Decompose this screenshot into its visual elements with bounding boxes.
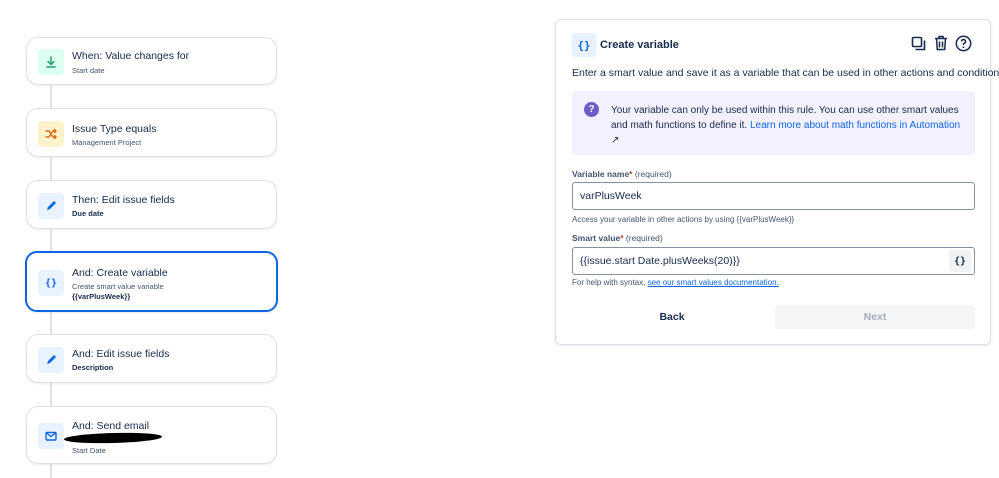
smart-values-docs-link[interactable]: see our smart values documentation. bbox=[648, 278, 779, 287]
required-text: (required) bbox=[625, 233, 663, 243]
step-subtitle: Management Project bbox=[72, 138, 142, 147]
braces-icon: {} bbox=[572, 33, 596, 57]
label-text: Variable name bbox=[572, 169, 630, 179]
smart-value-picker-button[interactable]: {} bbox=[949, 250, 971, 272]
step-subtitle: Description bbox=[72, 363, 114, 372]
step-title: Then: Edit issue fields bbox=[72, 194, 175, 206]
step-title: And: Send email bbox=[72, 420, 150, 432]
rule-step-send-email[interactable]: And: Send email Start Date bbox=[26, 406, 277, 464]
rule-step-edit-description[interactable]: And: Edit issue fields Description bbox=[26, 334, 277, 383]
helper-text: For help with syntax, bbox=[572, 278, 646, 287]
mail-icon bbox=[38, 423, 64, 449]
step-title: And: Create variable bbox=[72, 267, 168, 279]
variable-helper-text: Access your variable in other actions by… bbox=[572, 215, 795, 224]
step-subtitle: Due date bbox=[72, 209, 104, 218]
braces-icon: {} bbox=[38, 270, 64, 296]
math-functions-link[interactable]: Learn more about math functions in Autom… bbox=[750, 120, 960, 131]
step-subtitle: Start date bbox=[72, 66, 105, 75]
rule-step-edit-due-date[interactable]: Then: Edit issue fields Due date bbox=[26, 180, 277, 229]
panel-title: Create variable bbox=[600, 39, 679, 51]
label-text: Smart value bbox=[572, 233, 621, 243]
variable-name-input[interactable]: varPlusWeek bbox=[572, 182, 975, 210]
input-value: {{issue.start Date.plusWeeks(20)}} bbox=[580, 255, 740, 267]
redaction-mark bbox=[63, 431, 163, 445]
info-message: ? Your variable can only be used within … bbox=[572, 91, 975, 155]
question-icon: ? bbox=[584, 102, 599, 117]
required-marker: * bbox=[629, 169, 633, 179]
help-icon[interactable] bbox=[954, 34, 972, 52]
rule-step-create-variable[interactable]: {} And: Create variable Create smart val… bbox=[25, 251, 278, 312]
step-variable-name: {{varPlusWeek}} bbox=[72, 292, 131, 301]
step-title: Issue Type equals bbox=[72, 123, 157, 135]
syntax-helper-text: For help with syntax, see our smart valu… bbox=[572, 278, 779, 287]
input-value: varPlusWeek bbox=[580, 190, 642, 202]
step-subtitle: Start Date bbox=[72, 446, 106, 455]
back-button[interactable]: Back bbox=[572, 305, 772, 329]
trash-icon[interactable] bbox=[932, 34, 950, 52]
smart-value-label: Smart value* (required) bbox=[572, 233, 663, 243]
external-link-icon: ↗ bbox=[611, 135, 620, 146]
rule-step-condition[interactable]: Issue Type equals Management Project bbox=[26, 108, 277, 157]
duplicate-icon[interactable] bbox=[909, 34, 927, 52]
create-variable-panel: {} Create variable Enter a smart value a… bbox=[555, 19, 999, 345]
next-button[interactable]: Next bbox=[775, 305, 975, 329]
info-text: Your variable can only be used within th… bbox=[611, 103, 967, 148]
smart-value-input[interactable]: {{issue.start Date.plusWeeks(20)}} {} bbox=[572, 247, 975, 275]
step-title: When: Value changes for bbox=[72, 50, 190, 62]
download-arrow-icon bbox=[38, 49, 64, 75]
panel-description: Enter a smart value and save it as a var… bbox=[572, 67, 999, 79]
step-subtitle: Create smart value variable bbox=[72, 282, 164, 291]
shuffle-icon bbox=[38, 121, 64, 147]
step-title: And: Edit issue fields bbox=[72, 348, 170, 360]
required-marker: * bbox=[620, 233, 624, 243]
variable-name-label: Variable name* (required) bbox=[572, 169, 672, 179]
required-text: (required) bbox=[634, 169, 672, 179]
pencil-icon bbox=[38, 193, 64, 219]
rule-step-trigger[interactable]: When: Value changes for Start date bbox=[26, 37, 277, 85]
pencil-icon bbox=[38, 347, 64, 373]
